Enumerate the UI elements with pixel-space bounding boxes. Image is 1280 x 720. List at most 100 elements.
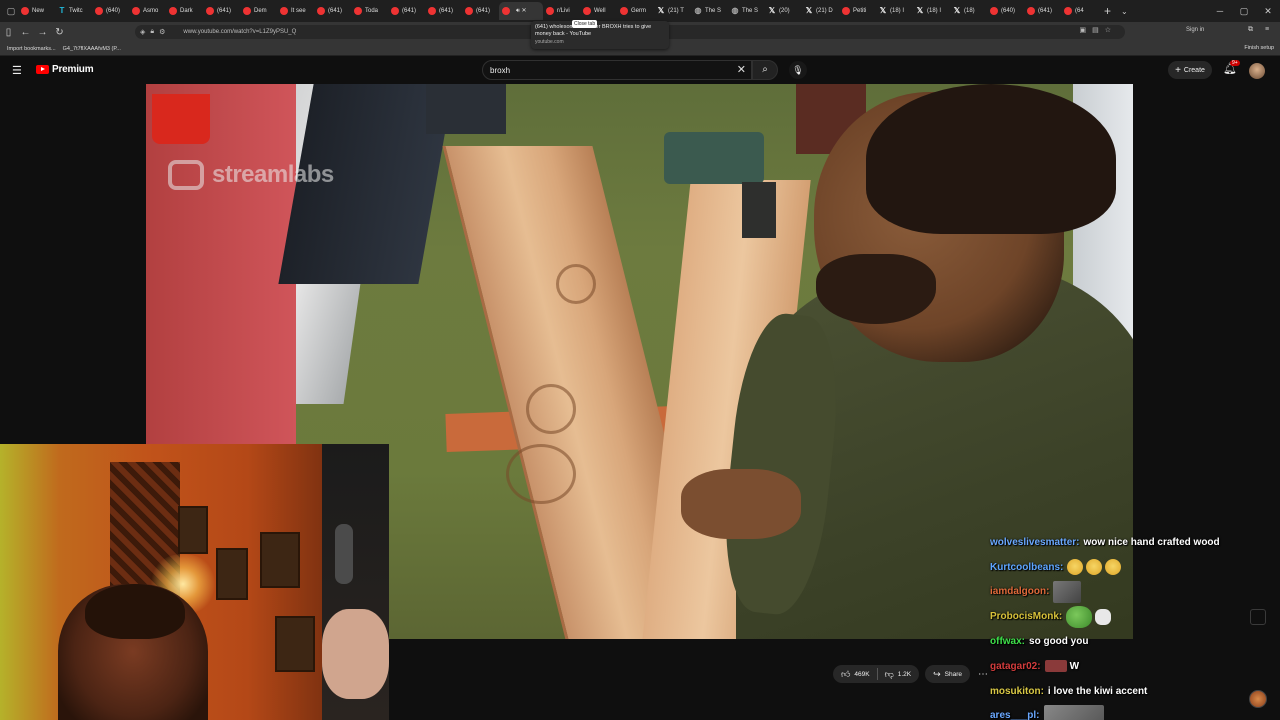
close-tab-tooltip: Close tab — [572, 20, 598, 28]
chat-separator: : — [1036, 710, 1040, 720]
reload-icon[interactable]: ↻ — [51, 27, 68, 38]
video-carving — [506, 444, 576, 504]
search-input[interactable]: broxh ✕ — [482, 60, 752, 80]
x-favicon-icon: 𝕏 — [657, 6, 665, 15]
browser-tab[interactable]: (64 — [1061, 2, 1098, 20]
url-text[interactable]: www.youtube.com/watch?v=L1Z9yPSU_Q — [183, 29, 296, 35]
tab-label: Twitc — [69, 8, 83, 14]
chat-separator: : — [1040, 685, 1044, 697]
minimize-icon[interactable]: ─ — [1208, 6, 1232, 16]
bookmark-import[interactable]: Import bookmarks... — [7, 46, 56, 52]
tab-actions-icon[interactable]: ▢ — [4, 4, 18, 18]
browser-tab-strip: ▢ New T Twitc (640) Asmo Dark (641) Dem It see (6… — [0, 0, 1280, 22]
youtube-favicon-icon — [990, 7, 998, 15]
create-button[interactable]: + Create — [1168, 61, 1212, 79]
browser-tab[interactable]: (641) — [425, 2, 462, 20]
channel-avatar[interactable] — [1249, 690, 1267, 708]
tab-label: New — [32, 8, 45, 14]
tab-audio-close-icon[interactable]: 🔊︎ ✕ — [516, 7, 526, 15]
chat-username: gatagar02 — [990, 660, 1038, 672]
bookmark-item[interactable]: G4_7t7flXAAAfvM3 (P... — [63, 46, 121, 52]
browser-tab[interactable]: ◍ The S — [728, 2, 765, 20]
browser-tab[interactable]: ◍ The S — [691, 2, 728, 20]
tab-label: The S — [742, 8, 759, 14]
back-icon[interactable]: ← — [17, 27, 34, 38]
search-query[interactable]: broxh — [490, 66, 510, 75]
browser-tab[interactable]: Dem — [240, 2, 277, 20]
clear-search-icon[interactable]: ✕ — [737, 63, 746, 76]
chat-text: i love the kiwi accent — [1047, 685, 1148, 697]
chat-separator: : — [1076, 536, 1080, 548]
close-window-icon[interactable]: ✕ — [1256, 6, 1280, 17]
browser-tab[interactable]: (640) — [92, 2, 129, 20]
youtube-favicon-icon — [1064, 7, 1072, 15]
search-button[interactable]: ⌕ — [752, 60, 778, 80]
browser-tab[interactable]: T Twitc — [55, 2, 92, 20]
shield-icon[interactable]: ◈ — [140, 28, 145, 36]
browser-tab[interactable]: 𝕏 (18) I — [913, 2, 950, 20]
browser-tab[interactable]: Petiti — [839, 2, 876, 20]
browser-tab[interactable]: (640) — [987, 2, 1024, 20]
browser-tab[interactable]: Well — [580, 2, 617, 20]
tab-label: Dem — [254, 8, 267, 14]
forward-icon[interactable]: → — [34, 27, 51, 38]
account-avatar[interactable] — [1249, 63, 1265, 79]
browser-tab[interactable]: 𝕏 (18) I — [876, 2, 913, 20]
sign-in-button[interactable]: Sign in — [1186, 27, 1204, 33]
menu-icon[interactable]: ☰ — [12, 64, 22, 77]
browser-tab[interactable]: Germ — [617, 2, 654, 20]
browser-tab[interactable]: (641) — [462, 2, 499, 20]
dislike-button[interactable]: 👎︎ 1.2K — [885, 669, 912, 680]
browser-tab[interactable]: It see — [277, 2, 314, 20]
browser-tab[interactable]: r/Livi — [543, 2, 580, 20]
video-carving — [556, 264, 596, 304]
browser-tab[interactable]: Toda — [351, 2, 388, 20]
chat-text: so good you — [1029, 636, 1089, 648]
youtube-favicon-icon — [206, 7, 214, 15]
new-tab-button[interactable]: + — [1104, 4, 1111, 18]
tab-list: New T Twitc (640) Asmo Dark (641) Dem It see (641… — [18, 0, 1098, 22]
finish-setup-button[interactable]: Finish setup — [1244, 45, 1274, 51]
chat-username: offwax — [990, 636, 1022, 648]
more-actions-icon[interactable]: ⋯ — [978, 669, 988, 680]
browser-tab[interactable]: 𝕏 (21) D — [802, 2, 839, 20]
chat-username: ares___pl — [990, 710, 1037, 720]
tab-label: (18) I — [890, 8, 905, 14]
browser-tab[interactable]: 𝕏 (18) — [950, 2, 987, 20]
window-controls: ─ ▢ ✕ — [1208, 0, 1280, 22]
browser-tab[interactable]: (641) — [388, 2, 425, 20]
youtube-logo[interactable]: Premium — [36, 64, 94, 75]
browser-tab[interactable]: (641) — [314, 2, 351, 20]
tab-label: (18) I — [927, 8, 942, 14]
tab-active[interactable]: 🔊︎ ✕ — [499, 2, 543, 20]
browser-tab[interactable]: 𝕏 (21) T — [654, 2, 691, 20]
site-info-icon[interactable]: ⚙ — [159, 28, 165, 36]
lock-icon[interactable]: 🔒︎ — [150, 28, 154, 36]
browser-tab[interactable]: (641) — [203, 2, 240, 20]
plus-icon: + — [1175, 64, 1181, 76]
video-person — [681, 469, 801, 539]
red-emote-icon — [1044, 660, 1067, 673]
voice-search-button[interactable]: 🎙︎ — [789, 61, 807, 79]
tab-search-icon[interactable]: ⌄ — [1121, 7, 1128, 16]
address-actions[interactable]: ▣▤☆ — [1079, 26, 1117, 34]
youtube-favicon-icon — [280, 7, 288, 15]
youtube-favicon-icon — [620, 7, 628, 15]
sidebar-toggle-icon[interactable]: ▯ — [0, 27, 17, 38]
maximize-icon[interactable]: ▢ — [1232, 6, 1256, 17]
browser-tab[interactable]: New — [18, 2, 55, 20]
webcam-hand — [322, 609, 389, 699]
browser-tab[interactable]: (641) — [1024, 2, 1061, 20]
frog-emote-icon — [1066, 605, 1093, 628]
chat-message: mosukiton: i love the kiwi accent — [990, 679, 1270, 704]
browser-tab[interactable]: 𝕏 (20) — [765, 2, 802, 20]
browser-tab[interactable]: Asmo — [129, 2, 166, 20]
tab-label: Toda — [365, 8, 379, 14]
browser-tab[interactable]: Dark — [166, 2, 203, 20]
like-button[interactable]: 👍︎ 469K — [841, 669, 870, 680]
x-favicon-icon: 𝕏 — [879, 6, 887, 15]
search-icon: ⌕ — [762, 64, 768, 75]
share-button[interactable]: ↪ Share — [925, 665, 971, 683]
smile-emote-icon — [1086, 559, 1103, 576]
browser-menu-icons[interactable]: ⧉ ≡ — [1248, 26, 1274, 34]
